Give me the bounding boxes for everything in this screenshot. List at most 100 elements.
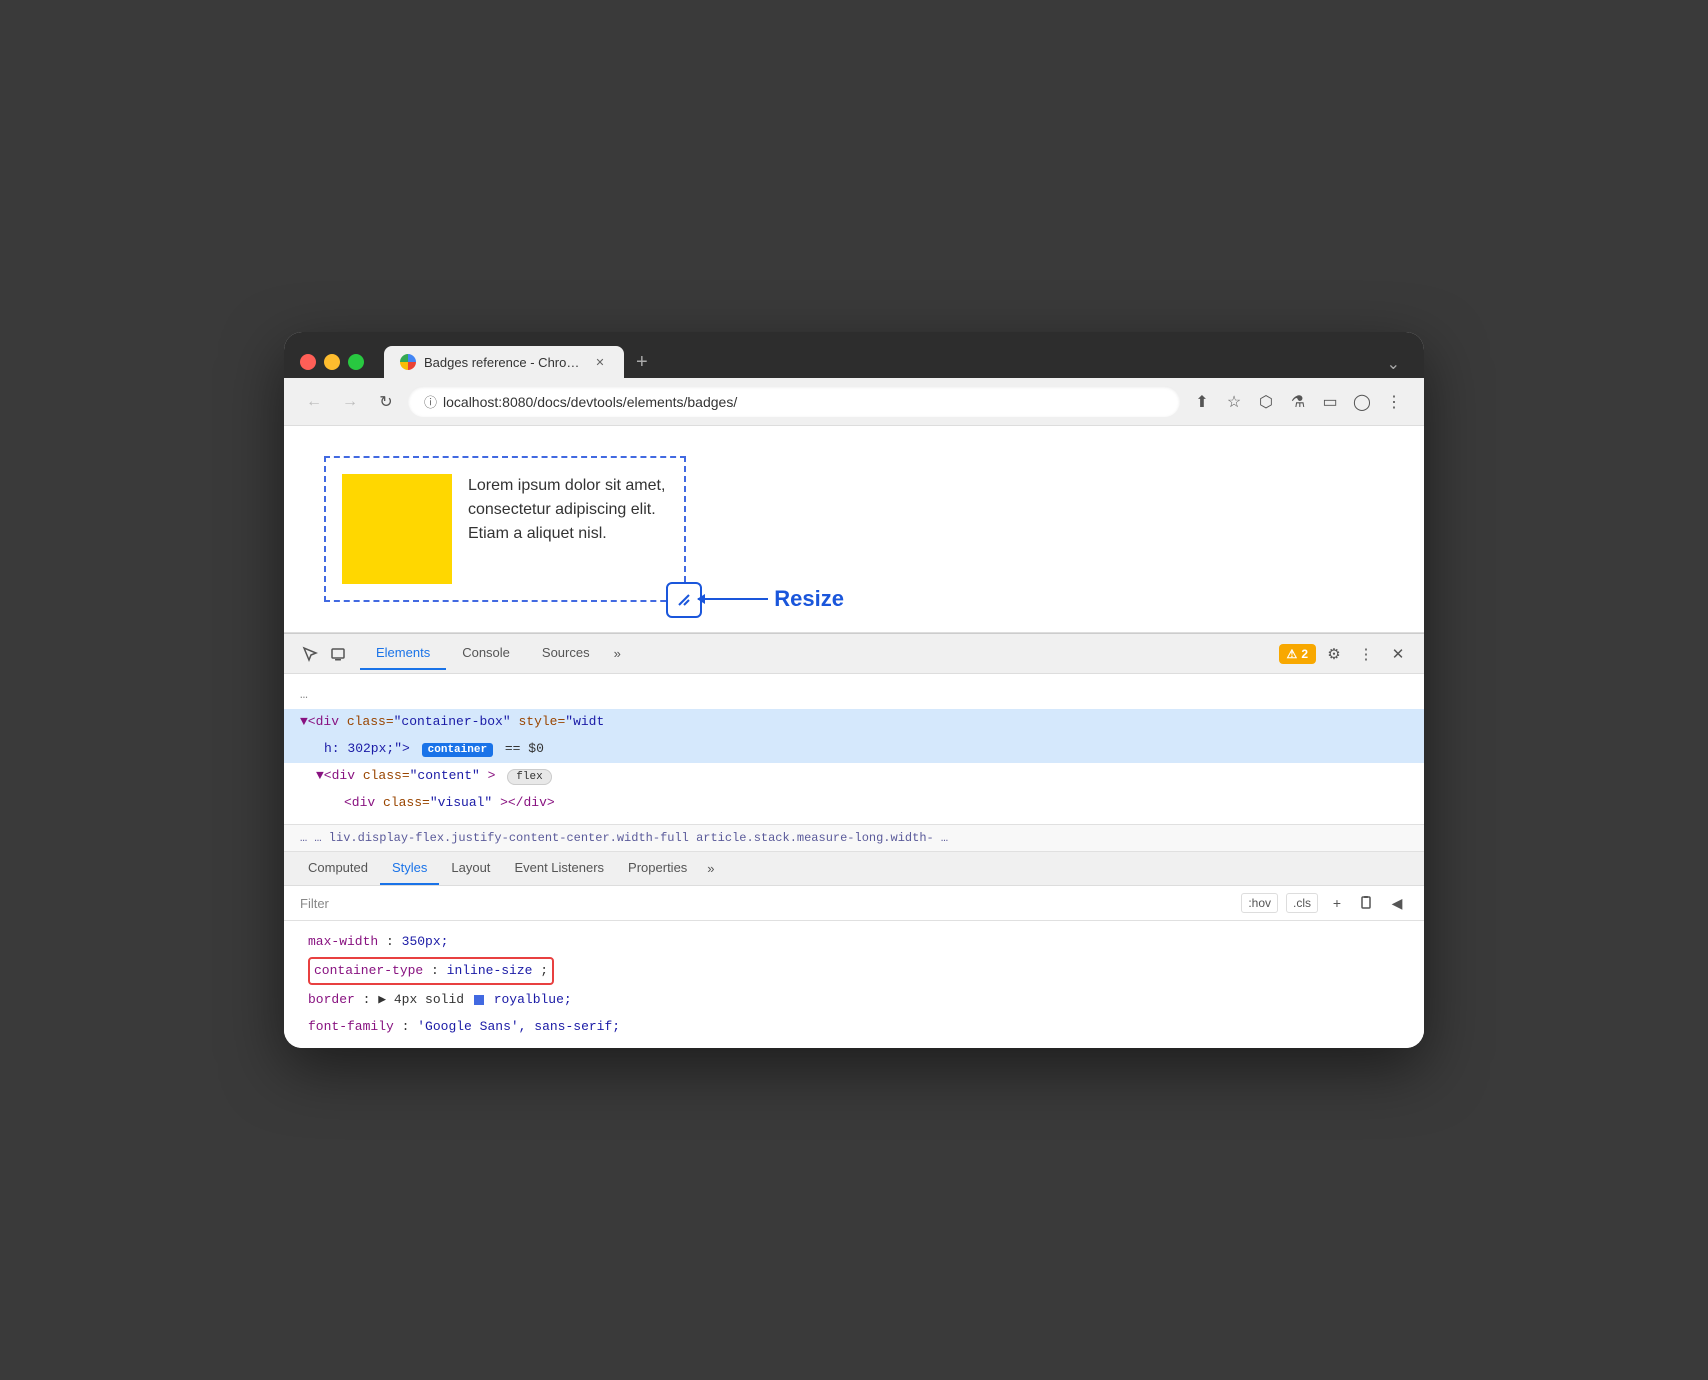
container-badge: container — [422, 743, 493, 757]
html-line-3[interactable]: h: 302px;"> container == $0 — [284, 736, 1424, 763]
semicolon-2: ; — [540, 963, 548, 978]
more-devtools-button[interactable]: ⋮ — [1352, 640, 1380, 668]
inspect-element-button[interactable] — [296, 640, 324, 668]
page-content: Lorem ipsum dolor sit amet, consectetur … — [284, 426, 1424, 633]
tab-styles[interactable]: Styles — [380, 852, 439, 885]
colon-2: : — [431, 963, 447, 978]
lock-icon: ⓘ — [424, 392, 437, 411]
active-tab[interactable]: Badges reference - Chrome De ✕ — [384, 346, 624, 378]
tab-title: Badges reference - Chrome De — [424, 355, 584, 370]
forward-button[interactable]: → — [336, 388, 364, 416]
close-devtools-button[interactable]: ✕ — [1384, 640, 1412, 668]
visual-div-tag: <div — [344, 795, 383, 810]
html-viewer: … ▼<div class="container-box" style="wid… — [284, 674, 1424, 825]
breadcrumb-bar: … … liv.display-flex.justify-content-cen… — [284, 825, 1424, 852]
visual-div-close: ></div> — [500, 795, 555, 810]
warning-icon: ⚠ — [1287, 647, 1298, 661]
settings-button[interactable]: ⚙ — [1320, 640, 1348, 668]
tab-elements[interactable]: Elements — [360, 637, 446, 670]
devtools-right-icons: ⚠ 2 ⚙ ⋮ ✕ — [1279, 640, 1412, 668]
font-family-value: 'Google Sans', sans-serif; — [417, 1019, 620, 1034]
devtools-tabs: Elements Console Sources » — [360, 637, 1279, 670]
more-options-icon[interactable]: ⋮ — [1380, 388, 1408, 416]
resize-arrow: Resize — [698, 586, 844, 612]
styles-tab-more[interactable]: » — [699, 853, 722, 884]
tab-properties[interactable]: Properties — [616, 852, 699, 885]
share-icon[interactable]: ⬆ — [1188, 388, 1216, 416]
styles-tabs: Computed Styles Layout Event Listeners P… — [284, 852, 1424, 886]
flex-badge: flex — [507, 769, 551, 785]
back-button[interactable]: ← — [300, 388, 328, 416]
title-bar: Badges reference - Chrome De ✕ + ⌄ — [284, 332, 1424, 378]
style-continuation: h: 302px;"> — [324, 741, 410, 756]
breadcrumb-dots: … — [300, 831, 314, 845]
devtools-toolbar: Elements Console Sources » ⚠ 2 ⚙ ⋮ ✕ — [284, 634, 1424, 674]
visual-class-value: "visual" — [430, 795, 492, 810]
class-attr: class= — [347, 714, 394, 729]
back-arrow-button[interactable]: ◀ — [1386, 892, 1408, 914]
tab-console[interactable]: Console — [446, 637, 526, 670]
html-line-2[interactable]: ▼<div class="container-box" style="widt — [284, 709, 1424, 736]
new-tab-button[interactable]: + — [628, 347, 656, 378]
filter-actions: :hov .cls + ◀ — [1241, 892, 1408, 914]
css-line-border[interactable]: border : ▶ 4px solid royalblue; — [284, 987, 1424, 1013]
css-line-container-type[interactable]: container-type : inline-size ; — [284, 955, 1424, 987]
address-input[interactable]: ⓘ localhost:8080/docs/devtools/elements/… — [408, 386, 1180, 417]
breadcrumb-more: … — [941, 831, 948, 845]
tab-layout[interactable]: Layout — [439, 852, 502, 885]
arrow-line — [698, 598, 768, 600]
css-panel: max-width : 350px; container-type : inli… — [284, 921, 1424, 1047]
tab-overflow-button[interactable]: ⌄ — [1379, 350, 1408, 378]
close-button[interactable] — [300, 354, 316, 370]
style-value: "widt — [565, 714, 604, 729]
hov-button[interactable]: :hov — [1241, 893, 1278, 913]
max-width-prop: max-width — [308, 934, 378, 949]
tab-bar: Badges reference - Chrome De ✕ + ⌄ — [384, 346, 1408, 378]
tab-sources[interactable]: Sources — [526, 637, 606, 670]
max-width-value: 350px; — [402, 934, 449, 949]
url-text: localhost:8080/docs/devtools/elements/ba… — [443, 394, 737, 410]
add-style-button[interactable]: + — [1326, 892, 1348, 914]
breadcrumb-item-2[interactable]: article.stack.measure-long.width- — [696, 831, 934, 845]
bookmark-icon[interactable]: ☆ — [1220, 388, 1248, 416]
border-prop: border — [308, 992, 355, 1007]
colon-4: : — [402, 1019, 418, 1034]
container-type-value: inline-size — [447, 963, 533, 978]
colon-1: : — [386, 934, 402, 949]
cls-button[interactable]: .cls — [1286, 893, 1318, 913]
html-dots: … — [300, 687, 308, 702]
tab-close-button[interactable]: ✕ — [592, 354, 608, 370]
visual-class-attr: class= — [383, 795, 430, 810]
account-icon[interactable]: ◯ — [1348, 388, 1376, 416]
minimize-button[interactable] — [324, 354, 340, 370]
html-line-4[interactable]: ▼<div class="content" > flex — [284, 763, 1424, 790]
traffic-lights — [300, 354, 364, 370]
tab-event-listeners[interactable]: Event Listeners — [502, 852, 616, 885]
address-bar: ← → ↻ ⓘ localhost:8080/docs/devtools/ele… — [284, 378, 1424, 426]
devtools-panel: Elements Console Sources » ⚠ 2 ⚙ ⋮ ✕ … ▼ — [284, 633, 1424, 1047]
flask-icon[interactable]: ⚗ — [1284, 388, 1312, 416]
reload-button[interactable]: ↻ — [372, 388, 400, 416]
toolbar-icons: ⬆ ☆ ⬡ ⚗ ▭ ◯ ⋮ — [1188, 388, 1408, 416]
tab-more[interactable]: » — [606, 638, 629, 669]
tab-computed[interactable]: Computed — [296, 852, 380, 885]
border-value: royalblue; — [494, 992, 572, 1007]
resize-label: Resize — [774, 586, 844, 612]
css-line-max-width[interactable]: max-width : 350px; — [284, 929, 1424, 955]
style-attr: style= — [518, 714, 565, 729]
paste-style-button[interactable] — [1356, 892, 1378, 914]
yellow-square — [342, 474, 452, 584]
extension-icon[interactable]: ⬡ — [1252, 388, 1280, 416]
device-toolbar-button[interactable] — [324, 640, 352, 668]
filter-placeholder: Filter — [300, 896, 1241, 911]
warning-badge[interactable]: ⚠ 2 — [1279, 644, 1316, 664]
browser-window: Badges reference - Chrome De ✕ + ⌄ ← → ↻… — [284, 332, 1424, 1047]
css-line-font-family[interactable]: font-family : 'Google Sans', sans-serif; — [284, 1014, 1424, 1040]
color-swatch-royalblue — [474, 995, 484, 1005]
content-class-value: "content" — [410, 768, 480, 783]
div-open-tag: ▼<div — [300, 714, 347, 729]
split-view-icon[interactable]: ▭ — [1316, 388, 1344, 416]
html-line-5[interactable]: <div class="visual" ></div> — [284, 790, 1424, 817]
maximize-button[interactable] — [348, 354, 364, 370]
breadcrumb-item-1[interactable]: … liv.display-flex.justify-content-cente… — [314, 831, 688, 845]
